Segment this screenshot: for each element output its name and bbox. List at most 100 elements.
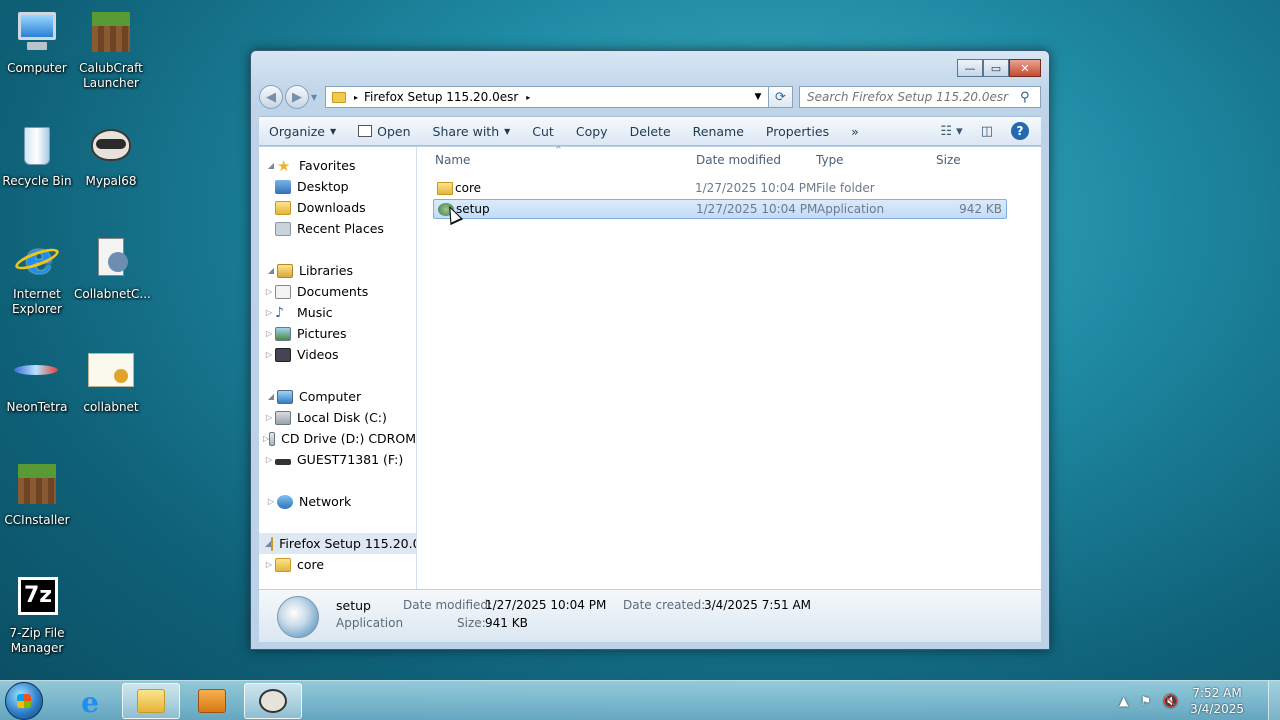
more-commands-button[interactable]: » bbox=[851, 124, 859, 139]
refresh-icon: ⟳ bbox=[775, 89, 786, 105]
desktop-icon-neontetra[interactable]: NeonTetra bbox=[0, 347, 74, 415]
tree-item-current-folder[interactable]: ◢Firefox Setup 115.20.0esr bbox=[259, 533, 416, 554]
forward-button[interactable]: ▶ bbox=[285, 85, 309, 109]
network-icon bbox=[277, 494, 293, 509]
minimize-button[interactable]: — bbox=[957, 59, 983, 77]
file-list[interactable]: Name ^ Date modified Type Size core 1/27… bbox=[417, 145, 1041, 589]
column-size[interactable]: Size bbox=[936, 153, 961, 167]
details-size: 941 KB bbox=[485, 616, 528, 630]
rename-button[interactable]: Rename bbox=[693, 124, 744, 139]
search-box[interactable]: ⚲ bbox=[799, 86, 1041, 108]
search-input[interactable] bbox=[807, 90, 1020, 104]
folder-icon bbox=[332, 91, 346, 103]
preview-pane-icon[interactable]: ◫ bbox=[981, 124, 993, 139]
desktop-icon-ccinstaller[interactable]: CCInstaller bbox=[0, 460, 74, 528]
navigation-pane[interactable]: ◢ ★ Favorites Desktop Downloads Recent Pla… bbox=[259, 147, 417, 589]
desktop-icon-recycle-bin[interactable]: Recycle Bin bbox=[0, 121, 74, 189]
breadcrumb-separator-icon[interactable]: ▸ bbox=[354, 93, 358, 102]
details-size-label: Size: bbox=[457, 616, 486, 630]
back-button[interactable]: ◀ bbox=[259, 85, 283, 109]
tree-item-computer[interactable]: ◢ Computer bbox=[259, 386, 416, 407]
address-bar[interactable]: ▸ Firefox Setup 115.20.0esr ▸ ▼ bbox=[325, 86, 769, 108]
removable-drive-icon bbox=[275, 458, 291, 465]
tree-item-guest-drive[interactable]: ▷ GUEST71381 (F:) bbox=[259, 449, 416, 470]
refresh-button[interactable]: ⟳ bbox=[769, 86, 793, 108]
action-center-icon[interactable]: ⚑ bbox=[1140, 694, 1151, 708]
computer-icon bbox=[12, 8, 62, 58]
details-date-created: 3/4/2025 7:51 AM bbox=[704, 598, 812, 612]
breadcrumb-separator-icon[interactable]: ▸ bbox=[526, 93, 530, 102]
tree-item-favorites[interactable]: ◢ ★ Favorites bbox=[259, 155, 416, 176]
taskbar-internet-explorer[interactable]: e bbox=[61, 683, 119, 719]
pictures-icon bbox=[275, 326, 291, 341]
delete-button[interactable]: Delete bbox=[630, 124, 671, 139]
tree-item-local-disk[interactable]: ▷ Local Disk (C:) bbox=[259, 407, 416, 428]
details-date-created-label: Date created: bbox=[623, 598, 706, 612]
cd-drive-icon bbox=[269, 431, 276, 446]
tree-item-recent-places[interactable]: Recent Places bbox=[259, 218, 416, 239]
cut-button[interactable]: Cut bbox=[532, 124, 554, 139]
recent-pages-dropdown[interactable]: ▼ bbox=[311, 93, 321, 102]
start-button[interactable] bbox=[5, 682, 43, 720]
chevron-down-icon[interactable]: ▼ bbox=[748, 92, 768, 102]
change-view-icon[interactable]: ☷ ▾ bbox=[940, 124, 962, 139]
show-hidden-icons-icon[interactable]: ▲ bbox=[1119, 694, 1128, 708]
desktop-icon-internet-explorer[interactable]: e Internet Explorer bbox=[0, 234, 74, 317]
open-icon bbox=[358, 125, 373, 137]
tree-item-cd-drive[interactable]: ▷ CD Drive (D:) CDROM bbox=[259, 428, 416, 449]
volume-muted-icon[interactable]: 🔇 bbox=[1163, 694, 1178, 708]
desktop-icon-collabnet[interactable]: collabnet bbox=[74, 347, 148, 415]
tree-item-pictures[interactable]: ▷ Pictures bbox=[259, 323, 416, 344]
file-row-core[interactable]: core 1/27/2025 10:04 PM File folder bbox=[433, 178, 1007, 198]
organize-button[interactable]: Organize ▼ bbox=[269, 124, 336, 139]
file-row-setup[interactable]: setup 1/27/2025 10:04 PM Application 942… bbox=[433, 199, 1007, 219]
maximize-button[interactable]: ▭ bbox=[983, 59, 1009, 77]
breadcrumb-current[interactable]: Firefox Setup 115.20.0esr bbox=[364, 90, 518, 104]
open-button[interactable]: Open bbox=[358, 124, 411, 139]
grass-block-icon bbox=[86, 8, 136, 58]
downloads-icon bbox=[275, 200, 291, 215]
show-desktop-button[interactable] bbox=[1268, 681, 1280, 720]
taskbar-mypal68[interactable] bbox=[244, 683, 302, 719]
close-button[interactable]: ✕ bbox=[1009, 59, 1041, 77]
media-player-icon bbox=[198, 689, 226, 713]
tree-item-network[interactable]: ▷ Network bbox=[259, 491, 416, 512]
window-controls: — ▭ ✕ bbox=[957, 59, 1041, 77]
tree-item-documents[interactable]: ▷ Documents bbox=[259, 281, 416, 302]
column-name[interactable]: Name bbox=[435, 153, 470, 167]
recycle-bin-icon bbox=[12, 121, 62, 171]
folder-icon bbox=[275, 557, 291, 572]
taskbar-media-player[interactable] bbox=[183, 683, 241, 719]
documents-icon bbox=[275, 284, 291, 299]
copy-button[interactable]: Copy bbox=[576, 124, 608, 139]
taskbar-windows-explorer[interactable] bbox=[122, 683, 180, 719]
tree-item-music[interactable]: ▷ ♪ Music bbox=[259, 302, 416, 323]
column-date-modified[interactable]: Date modified bbox=[696, 153, 781, 167]
internet-explorer-icon: e bbox=[12, 234, 62, 284]
desktop-icon-computer[interactable]: Computer bbox=[0, 8, 74, 76]
properties-button[interactable]: Properties bbox=[766, 124, 829, 139]
folder-icon bbox=[271, 536, 274, 551]
details-date-modified-label: Date modified: bbox=[403, 598, 493, 612]
recent-places-icon bbox=[275, 221, 291, 236]
internet-explorer-icon: e bbox=[81, 686, 99, 719]
desktop-icon-collabnetc[interactable]: CollabnetC... bbox=[74, 234, 151, 302]
tree-item-downloads[interactable]: Downloads bbox=[259, 197, 416, 218]
desktop-icon-mypal68[interactable]: Mypal68 bbox=[74, 121, 148, 189]
tree-item-videos[interactable]: ▷ Videos bbox=[259, 344, 416, 365]
clock-date: 3/4/2025 bbox=[1190, 702, 1244, 716]
desktop-icon bbox=[275, 179, 291, 194]
tree-item-core[interactable]: ▷ core bbox=[259, 554, 416, 575]
clock[interactable]: 7:52 AM 3/4/2025 bbox=[1190, 685, 1244, 717]
grass-block-icon bbox=[12, 460, 62, 510]
column-type[interactable]: Type bbox=[816, 153, 844, 167]
search-icon[interactable]: ⚲ bbox=[1020, 90, 1040, 105]
share-with-button[interactable]: Share with ▼ bbox=[433, 124, 511, 139]
tree-item-desktop[interactable]: Desktop bbox=[259, 176, 416, 197]
desktop-icon-calubcraft-launcher[interactable]: CalubCraft Launcher bbox=[74, 8, 148, 91]
tree-item-libraries[interactable]: ◢ Libraries bbox=[259, 260, 416, 281]
help-icon[interactable]: ? bbox=[1011, 122, 1029, 140]
system-tray: ▲ ⚑ 🔇 7:52 AM 3/4/2025 bbox=[1119, 681, 1280, 720]
desktop-icon-7zip-file-manager[interactable]: 7z 7-Zip File Manager bbox=[0, 573, 74, 656]
explorer-window[interactable]: — ▭ ✕ ◀ ▶ ▼ ▸ Firefox Setup 115.20.0esr … bbox=[250, 50, 1050, 650]
